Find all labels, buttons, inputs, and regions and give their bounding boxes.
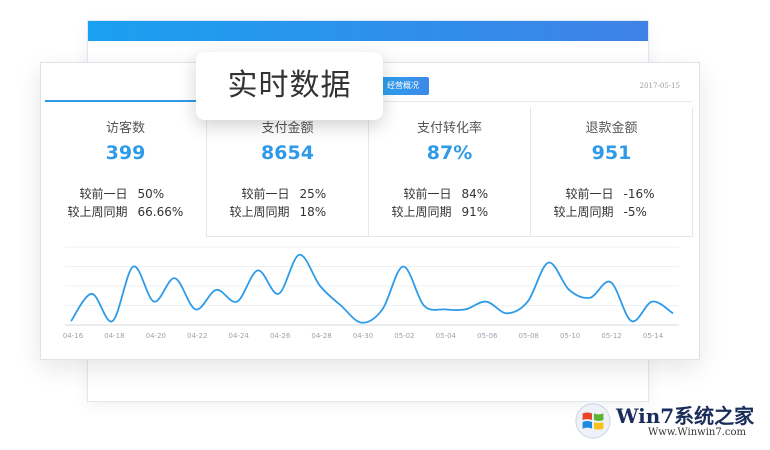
windows-logo-icon — [575, 403, 611, 439]
realtime-data-label: 实时数据 — [196, 52, 383, 120]
background-window-titlebar — [88, 21, 648, 41]
x-tick-label: 05-12 — [601, 332, 621, 340]
x-tick-label: 05-04 — [436, 332, 457, 340]
x-tick-label: 05-06 — [477, 332, 498, 340]
x-tick-label: 04-30 — [353, 332, 373, 340]
x-tick-label: 04-22 — [187, 332, 207, 340]
x-tick-label: 04-24 — [229, 332, 250, 340]
x-tick-label: 05-10 — [560, 332, 580, 340]
x-tick-label: 05-02 — [394, 332, 414, 340]
x-tick-label: 05-08 — [519, 332, 539, 340]
x-tick-label: 04-16 — [63, 332, 84, 340]
x-tick-label: 04-20 — [146, 332, 166, 340]
series-line — [70, 253, 674, 324]
x-tick-label: 04-18 — [104, 332, 124, 340]
x-tick-label: 04-28 — [311, 332, 331, 340]
x-tick-label: 05-14 — [643, 332, 664, 340]
watermark-url: Www.Winwin7.com — [648, 427, 746, 438]
watermark-title: Win7系统之家 — [616, 404, 755, 428]
site-watermark: Win7系统之家 Www.Winwin7.com — [568, 398, 768, 448]
x-tick-label: 04-26 — [270, 332, 291, 340]
